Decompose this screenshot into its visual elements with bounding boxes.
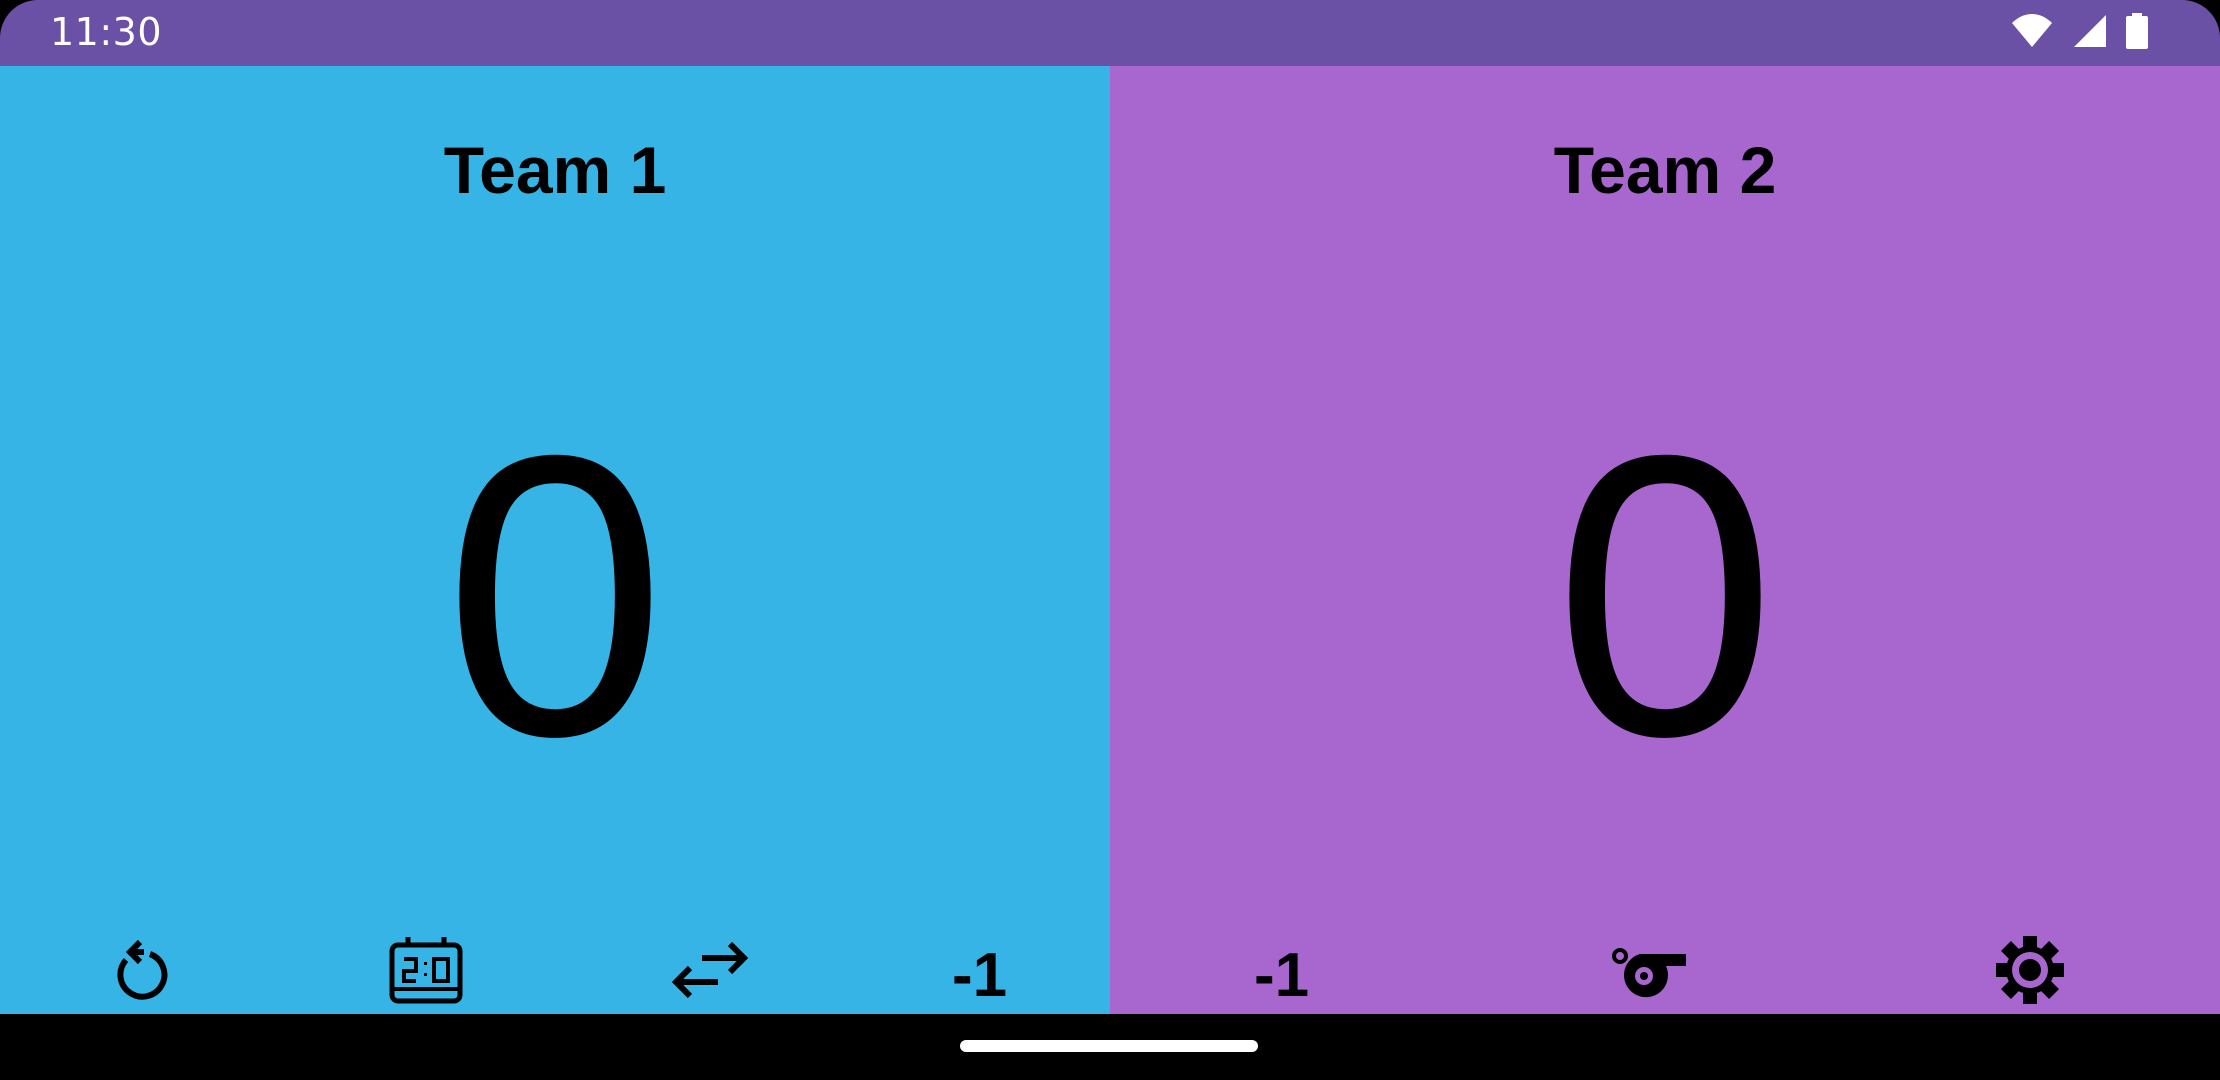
home-gesture-handle[interactable] xyxy=(960,1040,1258,1052)
app-screen: 11:30 Team 1 0 Team 2 0 -1 -1 xyxy=(0,0,2220,1080)
status-time: 11:30 xyxy=(50,10,163,54)
team2-minus-button[interactable]: -1 xyxy=(1254,936,1309,1016)
scoreboard-button[interactable] xyxy=(386,930,466,1010)
team1-name[interactable]: Team 1 xyxy=(0,132,1110,208)
battery-icon xyxy=(2126,12,2148,54)
navigation-bar xyxy=(0,1014,2220,1080)
team1-panel[interactable]: Team 1 0 xyxy=(0,66,1110,1014)
whistle-icon xyxy=(1610,942,1690,998)
reset-icon xyxy=(110,934,174,1006)
wifi-icon xyxy=(2010,13,2054,54)
team1-score[interactable]: 0 xyxy=(0,396,1110,796)
swap-teams-button[interactable] xyxy=(670,930,750,1010)
swap-icon xyxy=(672,938,748,1002)
team2-score[interactable]: 0 xyxy=(1110,396,2220,796)
reset-button[interactable] xyxy=(102,930,182,1010)
settings-button[interactable] xyxy=(1990,930,2070,1010)
team2-panel[interactable]: Team 2 0 xyxy=(1110,66,2220,1014)
cellular-signal-icon xyxy=(2072,13,2108,54)
status-icons xyxy=(2010,12,2148,54)
whistle-button[interactable] xyxy=(1610,930,1690,1010)
settings-icon xyxy=(1992,932,2068,1008)
team2-name[interactable]: Team 2 xyxy=(1110,132,2220,208)
scoreboard-icon xyxy=(388,935,464,1005)
team1-minus-button[interactable]: -1 xyxy=(952,936,1007,1016)
status-bar: 11:30 xyxy=(0,0,2220,66)
